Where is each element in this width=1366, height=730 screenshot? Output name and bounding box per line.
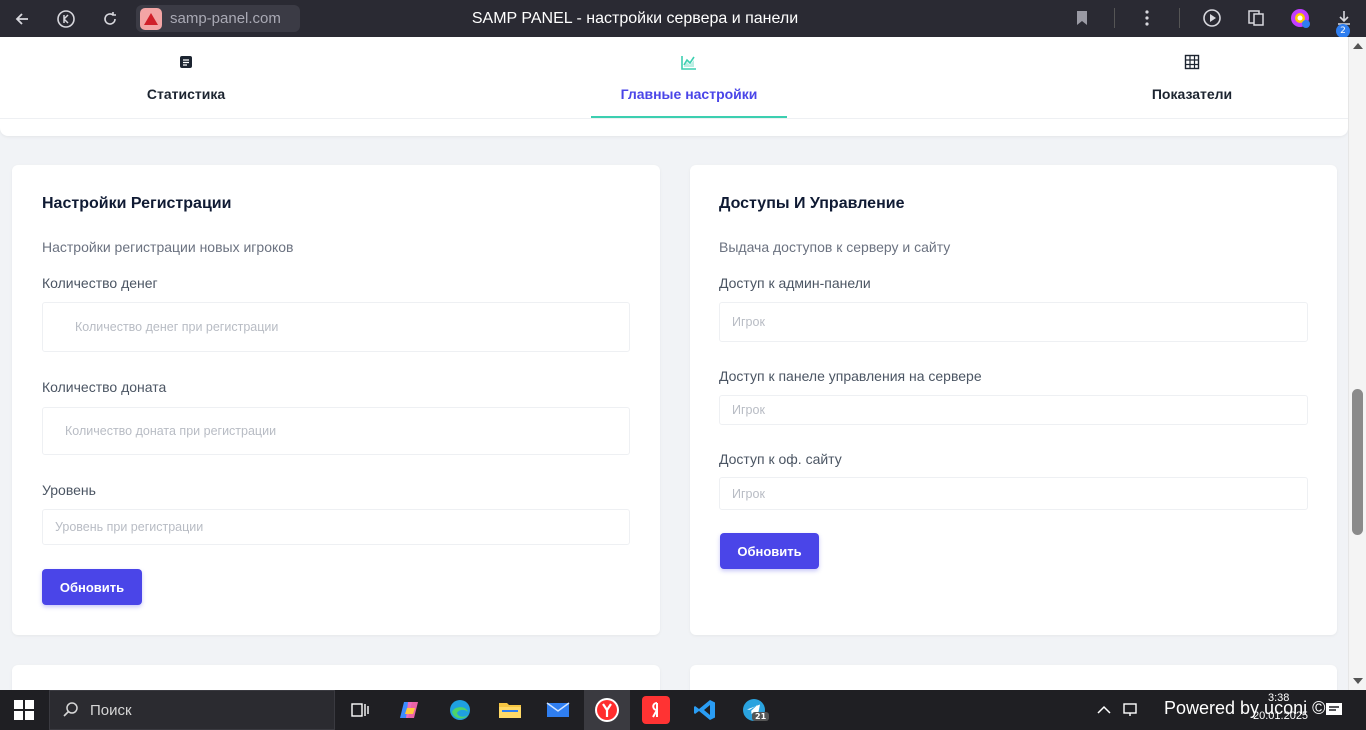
card-title: Доступы И Управление [719,195,905,212]
separator [1114,8,1115,28]
admin-access-label: Доступ к админ-панели [719,275,871,291]
edge-icon[interactable] [446,696,474,724]
copilot-icon[interactable] [396,696,424,724]
page-scrollbar[interactable] [1348,37,1366,690]
search-placeholder: Поиск [90,701,132,719]
money-label: Количество денег [42,275,158,291]
scroll-down-arrow[interactable] [1353,678,1363,684]
telegram-icon[interactable]: 21 [740,696,770,724]
level-input[interactable]: Уровень при регистрации [42,509,630,545]
clock-time[interactable]: 3:38 [1268,692,1289,704]
donate-input[interactable]: Количество доната при регистрации [42,407,630,455]
notifications-icon[interactable] [1320,696,1348,724]
yandex-icon[interactable] [642,696,670,724]
download-icon[interactable]: 2 [1332,6,1356,38]
task-view-icon[interactable] [346,696,374,724]
download-badge: 2 [1336,24,1350,38]
grid-icon [1184,54,1200,70]
tab-label: Главные настройки [620,86,758,102]
tab-label: Статистика [146,86,226,102]
yandex-browser-icon[interactable] [593,696,621,724]
donate-placeholder: Количество доната при регистрации [65,424,277,438]
windows-taskbar: Поиск 21 Powered by uconi © 3:38 20.01.2… [0,690,1366,730]
access-update-button[interactable]: Обновить [720,533,819,569]
site-access-placeholder: Игрок [732,486,765,501]
more-icon[interactable] [1135,6,1159,30]
registration-settings-card: Настройки Регистрации Настройки регистра… [12,165,660,635]
alice-icon[interactable] [1288,6,1312,30]
browser-actions: 2 [1070,6,1356,38]
chart-icon [681,56,696,70]
network-icon[interactable] [1116,696,1144,724]
tabs-header: Статистика Главные настройки Показатели [0,37,1348,136]
scroll-thumb[interactable] [1352,389,1363,535]
tabs-divider [0,118,1348,119]
money-input[interactable]: Количество денег при регистрации [42,302,630,352]
admin-access-placeholder: Игрок [732,315,765,329]
browser-toolbar: samp-panel.com SAMP PANEL - настройки се… [0,0,1366,38]
donate-label: Количество доната [42,379,167,395]
site-access-label: Доступ к оф. сайту [719,451,842,467]
vscode-icon[interactable] [691,696,719,724]
level-label: Уровень [42,482,96,498]
document-icon [180,56,192,68]
mail-icon[interactable] [544,696,572,724]
file-explorer-icon[interactable] [496,696,524,724]
card-subtitle: Выдача доступов к серверу и сайту [719,239,951,255]
money-placeholder: Количество денег при регистрации [75,320,279,334]
tab-label: Показатели [1151,86,1233,102]
telegram-badge: 21 [752,712,770,721]
tab-statistics[interactable]: Статистика [86,37,286,118]
registration-update-button[interactable]: Обновить [42,569,142,605]
search-icon [63,702,78,717]
card-subtitle: Настройки регистрации новых игроков [42,239,294,255]
card-title: Настройки Регистрации [42,195,232,212]
admin-access-input[interactable]: Игрок [719,302,1308,342]
bookmark-icon[interactable] [1070,6,1094,30]
taskbar-search[interactable]: Поиск [49,690,335,730]
tab-indicators[interactable]: Показатели [1092,37,1292,118]
level-placeholder: Уровень при регистрации [55,520,204,534]
scroll-up-arrow[interactable] [1353,43,1363,49]
collections-icon[interactable] [1244,6,1268,30]
server-access-input[interactable]: Игрок [719,395,1308,425]
windows-start-icon[interactable] [14,700,34,720]
server-access-label: Доступ к панеле управления на сервере [719,368,982,384]
site-access-input[interactable]: Игрок [719,477,1308,510]
media-play-icon[interactable] [1200,6,1224,30]
separator [1179,8,1180,28]
chevron-up-icon[interactable] [1090,696,1118,724]
tab-main-settings[interactable]: Главные настройки [591,37,787,118]
access-management-card: Доступы И Управление Выдача доступов к с… [690,165,1337,635]
clock-date[interactable]: 20.01.2025 [1253,710,1308,722]
server-access-placeholder: Игрок [732,403,765,417]
